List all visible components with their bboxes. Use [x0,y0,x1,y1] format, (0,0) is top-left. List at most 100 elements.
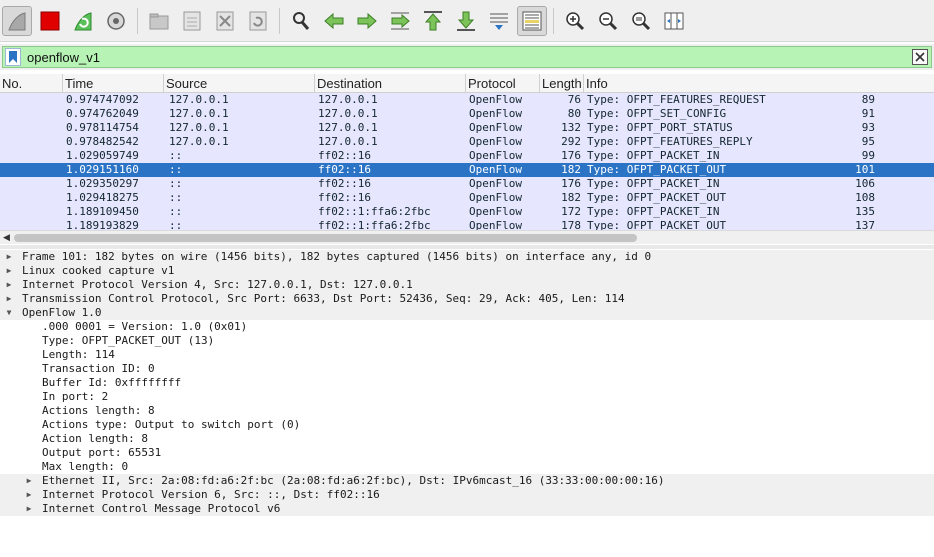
detail-tree-item[interactable]: Action length: 8 [0,432,934,446]
clear-icon [915,52,925,62]
cell-source: 127.0.0.1 [169,107,229,120]
collapsed-arrow-icon[interactable]: ▶ [24,488,34,502]
column-header-length[interactable]: Length [540,74,584,93]
column-header-destination[interactable]: Destination [315,74,466,93]
stop-capture-button[interactable] [35,6,65,36]
detail-tree-item[interactable]: ▼ OpenFlow 1.0 [0,306,934,320]
detail-item-text: Ethernet II, Src: 2a:08:fd:a6:2f:bc (2a:… [42,474,665,487]
packet-row[interactable]: 135 1.189109450:: ff02::1:ffa6:2fbc OpenFlo… [0,205,934,219]
display-filter-input[interactable]: openflow_v1 [2,46,932,68]
packet-details: ▶ Frame 101: 182 bytes on wire (1456 bits… [0,249,934,557]
go-last-packet-button[interactable] [451,6,481,36]
detail-tree-item[interactable]: Type: OFPT_PACKET_OUT (13) [0,334,934,348]
detail-tree-item[interactable]: In port: 2 [0,390,934,404]
normal-size-icon [632,11,651,30]
reload-file-button[interactable] [243,6,273,36]
column-header-protocol[interactable]: Protocol [466,74,540,93]
go-first-packet-button[interactable] [418,6,448,36]
column-header-no[interactable]: No. [0,74,63,93]
scroll-left-icon[interactable]: ◀ [3,233,10,243]
detail-tree-item[interactable]: ▶ Ethernet II, Src: 2a:08:fd:a6:2f:bc (2a… [0,474,934,488]
resize-columns-button[interactable] [659,6,689,36]
go-back-button[interactable] [319,6,349,36]
detail-item-text: Actions length: 8 [42,404,155,417]
cell-protocol: OpenFlow [469,93,522,106]
start-capture-button[interactable] [2,5,32,36]
packet-row[interactable]: 91 0.974762049 127.0.0.1 127.0.0.1 OpenFlow 8… [0,107,934,121]
close-file-button[interactable] [210,6,240,36]
column-header-source[interactable]: Source [164,74,315,93]
detail-tree-item[interactable]: ▶ Internet Control Message Protocol v6 [0,502,934,516]
cell-destination: ff02::16 [318,177,371,190]
zoom-in-icon [566,11,585,30]
column-header-info[interactable]: Info [584,74,934,93]
detail-tree-item[interactable]: Transaction ID: 0 [0,362,934,376]
save-file-button[interactable] [177,6,207,36]
detail-tree-item[interactable]: Output port: 65531 [0,446,934,460]
cell-info: Type: OFPT_FEATURES_REQUEST [587,93,766,106]
cell-source: 127.0.0.1 [169,135,229,148]
packet-row[interactable]: 106 1.029350297:: ff02::16 OpenFlow 176 Type:… [0,177,934,191]
detail-tree-item[interactable]: Actions type: Output to switch port (0) [0,418,934,432]
scrollbar-thumb[interactable] [14,234,637,242]
detail-tree-item[interactable]: ▶ Internet Protocol Version 4, Src: 127.0… [0,278,934,292]
detail-item-text: Type: OFPT_PACKET_OUT (13) [42,334,215,347]
cell-time: 1.029418275 [66,191,139,204]
detail-tree-item[interactable]: ▶ Frame 101: 182 bytes on wire (1456 bits… [0,250,934,264]
detail-tree-item[interactable]: Actions length: 8 [0,404,934,418]
detail-tree-item[interactable]: ▶ Internet Protocol Version 6, Src: ::, D… [0,488,934,502]
autoscroll-button[interactable] [484,6,514,36]
collapsed-arrow-icon[interactable]: ▶ [4,278,14,292]
expanded-arrow-icon[interactable]: ▼ [4,306,14,320]
collapsed-arrow-icon[interactable]: ▶ [24,502,34,516]
cell-length: 176 [561,177,581,190]
reload-file-icon [249,11,267,30]
restart-icon [74,11,92,30]
detail-tree-item[interactable]: Buffer Id: 0xffffffff [0,376,934,390]
restart-capture-button[interactable] [68,6,98,36]
detail-item-text: Output port: 65531 [42,446,162,459]
find-packet-icon [293,11,310,30]
packet-row[interactable]: 89 0.974747092 127.0.0.1 127.0.0.1 OpenFlow 7… [0,93,934,107]
go-to-packet-button[interactable] [385,6,415,36]
go-back-icon [324,12,344,29]
cell-no: 91 [861,107,875,120]
collapsed-arrow-icon[interactable]: ▶ [4,250,14,264]
detail-item-text: Linux cooked capture v1 [22,264,175,277]
packet-row[interactable]: 108 1.029418275:: ff02::16 OpenFlow 182 Type:… [0,191,934,205]
packet-list-hscrollbar[interactable]: ◀ [0,230,934,244]
filter-clear-button[interactable] [912,49,928,65]
filter-bookmark-button[interactable] [5,48,21,66]
detail-tree-item[interactable]: .000 0001 = Version: 1.0 (0x01) [0,320,934,334]
packet-row[interactable]: 95 0.978482542 127.0.0.1 127.0.0.1 OpenFlow 2… [0,135,934,149]
column-header-time[interactable]: Time [63,74,164,93]
detail-tree-item[interactable]: ▶ Transmission Control Protocol, Src Port… [0,292,934,306]
packet-row[interactable]: 93 0.978114754 127.0.0.1 127.0.0.1 OpenFlow 1… [0,121,934,135]
selected-packet-row[interactable]: 101 1.029151160:: ff02::16 OpenFlow 182 Type:… [0,163,934,177]
zoom-in-button[interactable] [560,6,590,36]
cell-length: 182 [561,163,581,176]
detail-tree-item[interactable]: ▶ Linux cooked capture v1 [0,264,934,278]
packet-row[interactable]: 99 1.029059749:: ff02::16 OpenFlow 176 Type: … [0,149,934,163]
detail-item-text: Length: 114 [42,348,115,361]
colorize-button[interactable] [517,5,547,36]
shark-fin-icon [8,11,26,30]
cell-time: 1.029151160 [66,163,139,176]
cell-time: 0.978114754 [66,121,139,134]
filter-text: openflow_v1 [27,49,100,65]
cell-source: :: [169,177,183,190]
detail-tree-item[interactable]: Max length: 0 [0,460,934,474]
collapsed-arrow-icon[interactable]: ▶ [4,264,14,278]
go-forward-button[interactable] [352,6,382,36]
capture-options-button[interactable] [101,6,131,36]
detail-tree-item[interactable]: Length: 114 [0,348,934,362]
collapsed-arrow-icon[interactable]: ▶ [24,474,34,488]
normal-size-button[interactable] [626,6,656,36]
open-file-button[interactable] [144,6,174,36]
zoom-out-button[interactable] [593,6,623,36]
toolbar-separator [137,7,138,34]
cell-protocol: OpenFlow [469,149,522,162]
find-packet-button[interactable] [286,6,316,36]
cell-destination: ff02::16 [318,149,371,162]
collapsed-arrow-icon[interactable]: ▶ [4,292,14,306]
